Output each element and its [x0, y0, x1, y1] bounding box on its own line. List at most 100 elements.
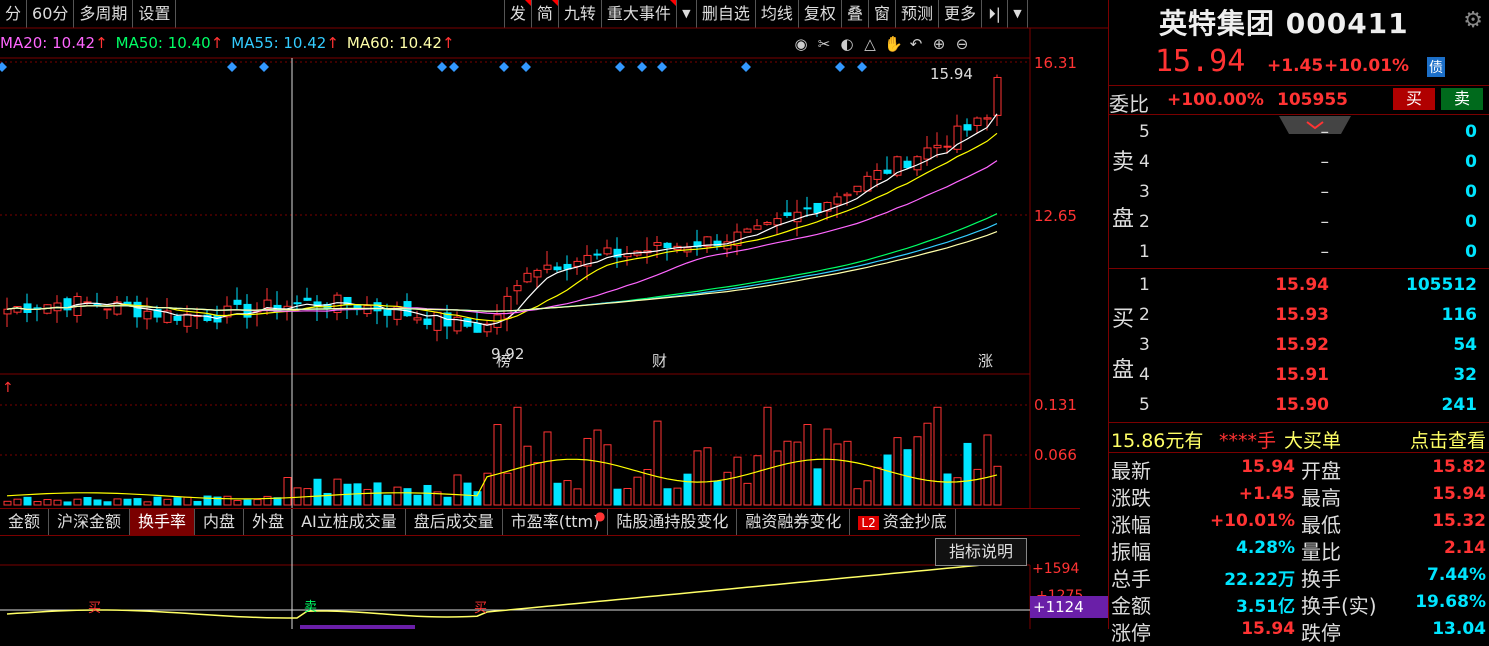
- volume-bar: [123, 498, 132, 506]
- ask-2-row[interactable]: 2 – 0: [1139, 207, 1485, 237]
- scissors-icon[interactable]: ✂: [815, 35, 833, 53]
- toolbar-right-btn-6[interactable]: 均线: [756, 0, 799, 28]
- toolbar-right-btn-11[interactable]: 更多: [939, 0, 982, 28]
- toolbar-right-btn-7[interactable]: 复权: [799, 0, 842, 28]
- bid-3-row[interactable]: 3 15.92 54: [1139, 330, 1485, 360]
- volume-bar: [343, 483, 352, 506]
- candle-body: [433, 311, 442, 331]
- bid-2-row[interactable]: 2 15.93 116: [1139, 300, 1485, 330]
- bid-1-row[interactable]: 1 15.94 105512: [1139, 270, 1485, 300]
- volume-bar: [843, 440, 852, 506]
- undo-icon[interactable]: ↶: [907, 35, 925, 53]
- big-buy-order: 15.86元有 ****手 大买单 点击查看: [1109, 424, 1489, 452]
- volume-bar: [43, 499, 52, 506]
- volume-bar: [633, 476, 642, 506]
- volume-bar: [783, 440, 792, 506]
- candle-body: [953, 125, 962, 150]
- gear-icon[interactable]: ⚙: [1463, 8, 1483, 33]
- bid-3-level: 3: [1139, 335, 1150, 355]
- toolbar-right-btn-10[interactable]: 预测: [896, 0, 939, 28]
- ind-tab-3[interactable]: 内盘: [195, 509, 245, 535]
- candle-body: [733, 231, 742, 246]
- zoom-out-icon[interactable]: ⊖: [953, 35, 971, 53]
- play-icon[interactable]: ◐: [838, 35, 856, 53]
- big-buy-link[interactable]: 点击查看: [1410, 426, 1486, 453]
- toolbar-right-btn-9[interactable]: 窗: [869, 0, 896, 28]
- ind-tab-1[interactable]: 沪深金额: [49, 509, 131, 535]
- big-buy-label: 大买单: [1284, 430, 1342, 452]
- volume-bar: [743, 482, 752, 506]
- candle-body: [713, 240, 722, 247]
- toolbar-right-btn-1[interactable]: 简: [532, 0, 559, 28]
- ask-4-row[interactable]: 4 – 0: [1139, 147, 1485, 177]
- buy-button[interactable]: 买: [1393, 88, 1435, 110]
- ask-1-row[interactable]: 1 – 0: [1139, 237, 1485, 267]
- toolbar-left-btn-0[interactable]: 分: [0, 0, 28, 28]
- indicator-desc-button[interactable]: 指标说明: [935, 538, 1027, 566]
- bond-tag[interactable]: 债: [1427, 57, 1445, 77]
- zoom-in-icon[interactable]: ⊕: [930, 35, 948, 53]
- bid-4-row[interactable]: 4 15.91 32: [1139, 360, 1485, 390]
- toolbar-left-btn-1[interactable]: 60分: [27, 0, 75, 28]
- volume-bar: [313, 478, 322, 506]
- dropdown-icon-4[interactable]: ▼: [677, 0, 697, 28]
- dropdown-icon-13[interactable]: ▼: [1008, 0, 1028, 28]
- kline-chart-area[interactable]: 分 60分 多周期 设置 发简九转 重大事件 ▼ 删自选 均线 复权叠窗预测 更多 ⏵| ▼ MA20…: [0, 0, 1108, 629]
- candle-body: [673, 245, 682, 251]
- volume-bar: [183, 496, 192, 506]
- volume-bar: [813, 468, 822, 506]
- candle-body: [903, 160, 912, 169]
- volume-bar: [933, 406, 942, 506]
- volume-bar: [273, 497, 282, 506]
- sell-button[interactable]: 卖: [1441, 88, 1483, 110]
- quote-panel: 英特集团 000411 ⚙ 15.94 +1.45 +10.01% 债 委比 +…: [1108, 0, 1489, 645]
- ind-tab-9[interactable]: 融资融券变化: [737, 509, 851, 535]
- ind-tab-4[interactable]: 外盘: [244, 509, 294, 535]
- ask-1-price: –: [1320, 242, 1330, 262]
- eye-icon[interactable]: ◉: [792, 35, 810, 53]
- lock-icon[interactable]: △: [861, 35, 879, 53]
- ind-tab-5[interactable]: AI立桩成交量: [293, 509, 406, 535]
- volume-bar: [793, 441, 802, 506]
- toolbar-left-btn-2[interactable]: 多周期: [74, 0, 134, 28]
- candle-body: [883, 169, 892, 174]
- bid-4-price: 15.91: [1275, 365, 1329, 385]
- volume-bar: [263, 495, 272, 506]
- ask-5-row[interactable]: 5 – 0: [1139, 117, 1485, 147]
- ind-tab-2[interactable]: 换手率: [130, 509, 196, 535]
- toolbar-left-btn-3[interactable]: 设置: [133, 0, 177, 28]
- stat-v2: 15.94: [1432, 484, 1486, 504]
- volume-bar: [13, 498, 22, 506]
- toolbar-right-btn-8[interactable]: 叠: [842, 0, 869, 28]
- volume-bar: [943, 473, 952, 506]
- ind-tab-7[interactable]: 市盈率(ttm) ●: [503, 509, 609, 535]
- last-price-tag: 15.94: [930, 65, 973, 83]
- candle-body: [663, 242, 672, 249]
- toolbar-right-btn-2[interactable]: 九转: [559, 0, 602, 28]
- toolbar-right-btn-5[interactable]: 删自选: [697, 0, 756, 28]
- candle-body: [333, 294, 342, 314]
- ind-tab-0[interactable]: 金额: [0, 509, 50, 535]
- volume-bar: [963, 442, 972, 506]
- bid-5-row[interactable]: 5 15.90 241: [1139, 390, 1485, 420]
- ind-tab-6[interactable]: 盘后成交量: [406, 509, 503, 535]
- toolbar-right-btn-3[interactable]: 重大事件: [602, 0, 677, 28]
- ask-3-row[interactable]: 3 – 0: [1139, 177, 1485, 207]
- candle-body: [623, 253, 632, 258]
- new-dot-icon: ●: [594, 509, 606, 523]
- ma-legend-2: MA55: 10.42↑: [231, 34, 339, 52]
- toolbar-right-btn-0[interactable]: 发: [505, 0, 532, 28]
- ind-tab-label: 融资融券变化: [745, 512, 842, 531]
- hand-icon[interactable]: ✋: [884, 35, 903, 53]
- ind-tab-10[interactable]: L2 资金抄底: [850, 509, 956, 535]
- ask-2-volume: 0: [1465, 212, 1477, 232]
- bid-5-level: 5: [1139, 395, 1150, 415]
- ind-tab-8[interactable]: 陆股通持股变化: [608, 509, 738, 535]
- candle-body: [693, 241, 702, 248]
- volume-bar: [153, 496, 162, 506]
- weibi-value: +100.00%: [1167, 90, 1264, 110]
- vol-axis-mid: 0.066: [1034, 446, 1077, 464]
- ma-line: [6, 213, 998, 312]
- price-change-pct: +10.01%: [1324, 56, 1410, 76]
- expand-icon[interactable]: ⏵|: [982, 0, 1008, 28]
